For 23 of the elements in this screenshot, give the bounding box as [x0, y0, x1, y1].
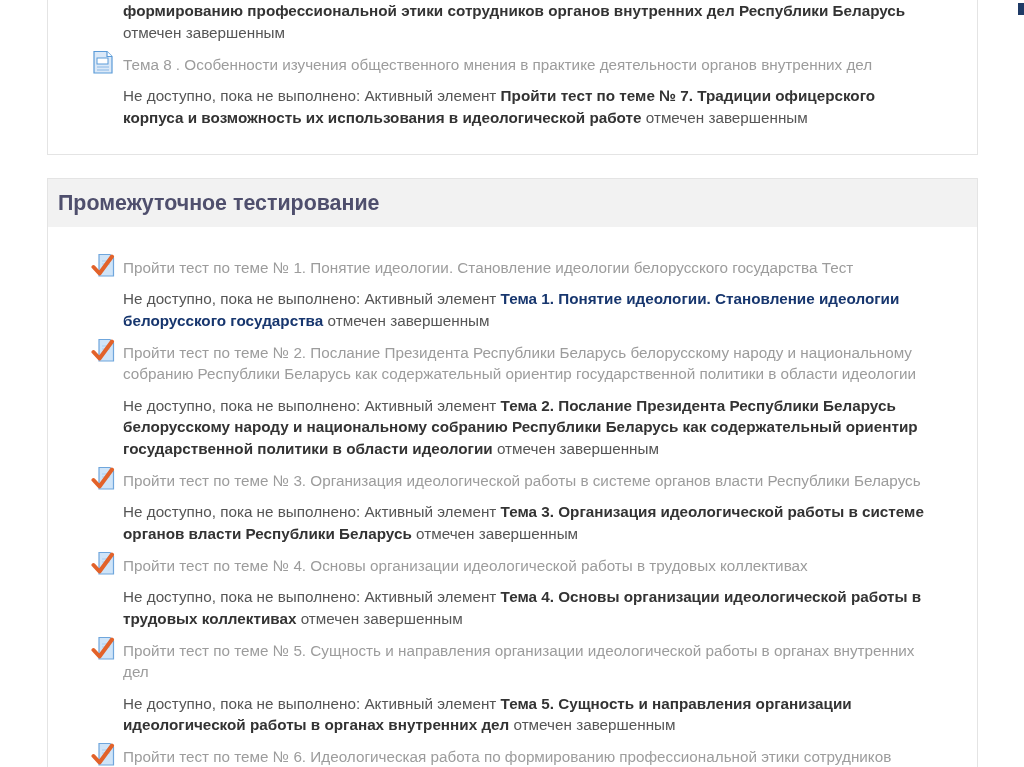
activity-title: Пройти тест по теме № 5. Сущность и направления организации идеологической работы в органах внутренних дел: [123, 640, 916, 682]
section-header: Промежуточное тестирование: [48, 178, 977, 227]
restriction-note: формированию профессиональной этики сотрудников органов внутренних дел Республики Беларусь отмечен завершенным: [123, 1, 907, 43]
activity-title: Пройти тест по теме № 4. Основы организации идеологической работы в трудовых коллективах: [123, 555, 808, 576]
activity-title: Пройти тест по теме № 2. Послание Президента Республики Беларусь белорусскому народу и национальному собранию Республики Беларусь как содержательный ориентир государственной политики в области идеологии: [123, 342, 917, 384]
checkmark-document-icon: [91, 550, 115, 575]
restriction-note: Не доступно, пока не выполнено: Активный элемент Тема 5. Сущность и направления организации идеологической работы в органах внутренних дел отмечен завершенным: [123, 693, 853, 735]
checkmark-document-icon: [91, 465, 115, 490]
restriction-note: Не доступно, пока не выполнено: Активный элемент Пройти тест по теме № 7. Традиции офицерского корпуса и возможность их использования в идеологической работе отмечен завершенным: [123, 86, 877, 128]
restriction-note: Не доступно, пока не выполнено: Активный элемент Тема 3. Организация идеологической работы в системе органов власти Республики Беларусь отмечен завершенным: [123, 502, 925, 544]
checkmark-document-icon: [91, 742, 115, 766]
restriction-note: Не доступно, пока не выполнено: Активный элемент Тема 2. Послание Президента Республики Беларусь белорусскому народу и национальному собранию Республики Беларусь как содержательный ориентир государственной политики в области идеологии отмечен завершенным: [123, 395, 919, 459]
edge-fragment: [1018, 3, 1024, 15]
restriction-note: Не доступно, пока не выполнено: Активный элемент Тема 1. Понятие идеологии. Становление идеологии белорусского государства отмечен завершенным: [123, 289, 901, 331]
activity-title: Тема 8 . Особенности изучения общественного мнения в практике деятельности органов внутренних дел: [123, 54, 873, 75]
checkmark-document-icon: [91, 635, 115, 660]
checkmark-document-icon: [91, 252, 115, 277]
restriction-note: Не доступно, пока не выполнено: Активный элемент Тема 4. Основы организации идеологической работы в трудовых коллективах отмечен завершенным: [123, 587, 923, 629]
checkmark-document-icon: [91, 337, 115, 362]
activity-title: Пройти тест по теме № 1. Понятие идеологии. Становление идеологии белорусского государства Тест: [123, 257, 854, 278]
activity-title: Пройти тест по теме № 6. Идеологическая работа по формированию профессиональной этики сотрудников: [123, 747, 892, 767]
document-icon: [91, 49, 115, 74]
activity-title: Пройти тест по теме № 3. Организация идеологической работы в системе органов власти Республики Беларусь: [123, 470, 921, 491]
